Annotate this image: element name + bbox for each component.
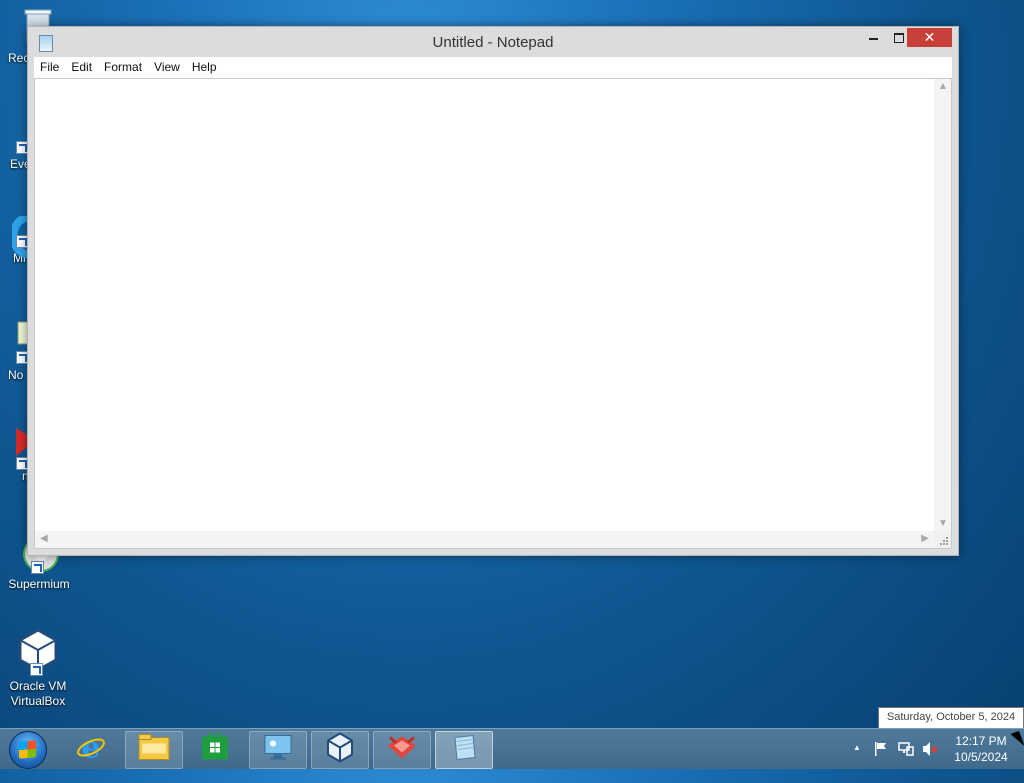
date-tooltip: Saturday, October 5, 2024 (878, 707, 1024, 729)
start-button-icon (9, 731, 47, 769)
taskbar-file-explorer[interactable] (125, 731, 183, 769)
app-icon (386, 734, 418, 767)
taskbar-store[interactable] (187, 730, 243, 767)
start-button[interactable] (6, 731, 50, 769)
horizontal-scrollbar[interactable]: ◀ ▶ (35, 531, 934, 548)
text-editor-area[interactable]: ▲ ▼ ◀ ▶ (34, 78, 952, 549)
clock-date: 10/5/2024 (954, 750, 1008, 764)
maximize-icon (894, 33, 904, 43)
speaker-muted-icon[interactable] (922, 741, 938, 781)
shortcut-arrow-icon (31, 561, 44, 574)
clock-time: 12:17 PM (955, 734, 1007, 748)
minimize-icon (868, 38, 878, 40)
taskbar-remote-desktop[interactable] (249, 731, 307, 769)
network-icon[interactable] (898, 741, 914, 781)
menu-view[interactable]: View (148, 57, 186, 78)
desktop-icon-virtualbox[interactable]: Oracle VM VirtualBox (0, 628, 76, 709)
taskbar: e ▲ 12:17 PM 10/5/2024 (0, 728, 1024, 769)
file-explorer-icon (138, 734, 170, 767)
taskbar-notepad[interactable] (435, 731, 493, 769)
flag-icon[interactable] (874, 741, 888, 781)
menu-edit[interactable]: Edit (65, 57, 98, 78)
window-title: Untitled - Notepad (432, 34, 554, 51)
vertical-scrollbar[interactable]: ▲ ▼ (934, 79, 951, 531)
store-icon (201, 730, 229, 766)
resize-grip-icon[interactable] (934, 531, 951, 548)
menu-bar: File Edit Format View Help (34, 57, 952, 78)
virtualbox-icon (326, 732, 354, 768)
taskbar-app[interactable] (373, 731, 431, 769)
scroll-right-arrow-icon[interactable]: ▶ (921, 533, 929, 544)
taskbar-virtualbox[interactable] (311, 731, 369, 769)
window-titlebar[interactable]: Untitled - Notepad ✕ (28, 27, 958, 57)
svg-text:e: e (81, 732, 100, 762)
notepad-window[interactable]: Untitled - Notepad ✕ File Edit Format View H… (27, 26, 959, 556)
scroll-down-arrow-icon[interactable]: ▼ (938, 518, 948, 529)
desktop-icon-label: Supermium (8, 577, 70, 591)
close-button[interactable]: ✕ (907, 28, 952, 47)
clock[interactable]: 12:17 PM 10/5/2024 (946, 733, 1016, 765)
menu-help[interactable]: Help (186, 57, 223, 78)
minimize-button[interactable] (860, 28, 886, 47)
scroll-left-arrow-icon[interactable]: ◀ (40, 533, 48, 544)
menu-file[interactable]: File (34, 57, 65, 78)
menu-format[interactable]: Format (98, 57, 148, 78)
desktop-icon-label: Oracle VM VirtualBox (9, 679, 67, 708)
tray-chevron-icon[interactable]: ▲ (853, 743, 861, 783)
virtualbox-icon (16, 628, 60, 676)
notepad-icon (449, 734, 479, 767)
taskbar-internet-explorer[interactable]: e (63, 731, 119, 767)
shortcut-arrow-icon (30, 663, 43, 676)
internet-explorer-icon: e (76, 731, 106, 767)
scroll-up-arrow-icon[interactable]: ▲ (938, 81, 948, 92)
close-icon: ✕ (923, 29, 936, 45)
remote-desktop-icon (262, 734, 294, 767)
